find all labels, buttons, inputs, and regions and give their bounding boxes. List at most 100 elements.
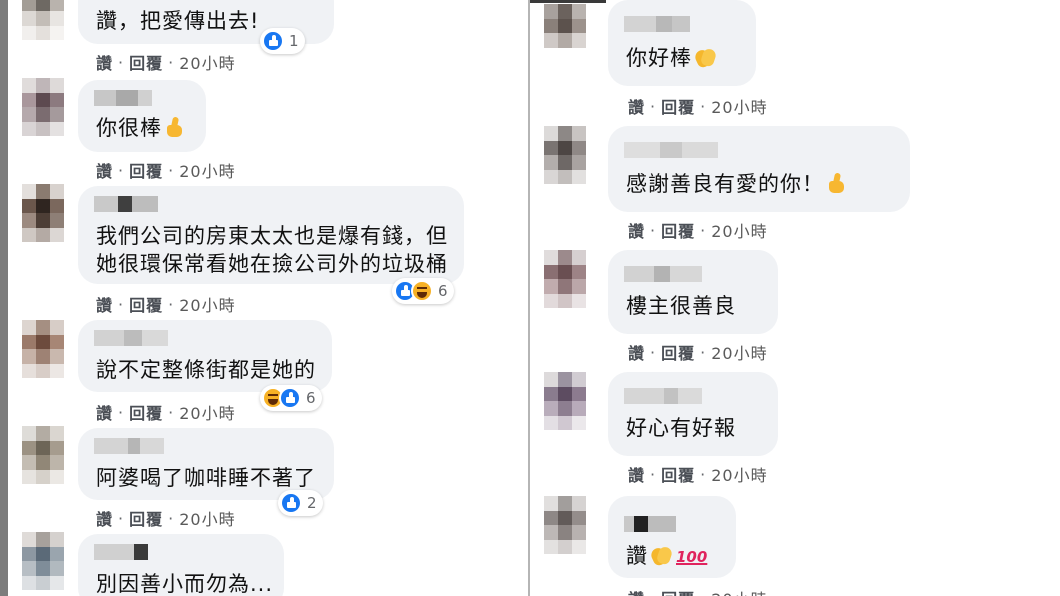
- comment-text-line: 我們公司的房東太太也是爆有錢，但: [96, 224, 448, 248]
- reaction-summary[interactable]: 1: [260, 28, 305, 54]
- comment-bubble: 讚 100: [608, 496, 736, 578]
- avatar[interactable]: [22, 532, 64, 590]
- like-link[interactable]: 讚: [96, 400, 113, 424]
- separator-dot: ·: [118, 294, 125, 314]
- separator-dot: ·: [700, 220, 707, 240]
- comment-actions: 讚 · 回覆 · 20小時: [96, 506, 236, 530]
- author-name-redacted[interactable]: [624, 388, 702, 404]
- timestamp[interactable]: 20小時: [711, 340, 767, 364]
- comment-actions: 讚 · 回覆 · 20小時: [628, 94, 768, 118]
- divider-cap: [530, 0, 606, 3]
- comment-screenshot: 讚，把愛傳出去! 1 讚 · 回覆 · 20小時 你很棒 讚 · 回覆 · 20…: [0, 0, 1060, 596]
- hundred-points-icon: 100: [676, 548, 708, 566]
- timestamp[interactable]: 20小時: [711, 586, 767, 596]
- author-name-redacted[interactable]: [624, 266, 702, 282]
- author-name-redacted[interactable]: [94, 438, 164, 454]
- author-name-redacted[interactable]: [624, 142, 718, 158]
- avatar[interactable]: [544, 250, 586, 310]
- reaction-summary[interactable]: 6: [260, 385, 322, 411]
- avatar[interactable]: [22, 0, 64, 40]
- comment-item: 感謝善良有愛的你！ 讚 · 回覆 · 20小時: [544, 126, 1044, 244]
- reply-link[interactable]: 回覆: [661, 94, 695, 118]
- like-link[interactable]: 讚: [628, 340, 645, 364]
- reply-link[interactable]: 回覆: [129, 506, 163, 530]
- comment-bubble: 說不定整條街都是她的: [78, 320, 332, 392]
- reply-link[interactable]: 回覆: [661, 340, 695, 364]
- comment-bubble: 我們公司的房東太太也是爆有錢，但 她很環保常看她在撿公司外的垃圾桶: [78, 186, 464, 284]
- comment-bubble: 你好棒: [608, 0, 756, 86]
- reply-link[interactable]: 回覆: [661, 218, 695, 242]
- timestamp[interactable]: 20小時: [179, 400, 235, 424]
- author-name-redacted[interactable]: [624, 516, 676, 532]
- like-link[interactable]: 讚: [96, 506, 113, 530]
- like-link[interactable]: 讚: [628, 462, 645, 486]
- separator-dot: ·: [650, 589, 656, 596]
- thumbs-up-icon: [826, 172, 846, 194]
- avatar[interactable]: [22, 320, 64, 378]
- comment-item: 你好棒 讚 · 回覆 · 20小時: [544, 0, 1044, 118]
- timestamp[interactable]: 20小時: [179, 506, 235, 530]
- avatar[interactable]: [22, 78, 64, 136]
- reply-link[interactable]: 回覆: [129, 158, 163, 182]
- like-link[interactable]: 讚: [96, 158, 113, 182]
- comment-actions: 讚 · 回覆 · 20小時: [96, 158, 236, 182]
- avatar[interactable]: [22, 426, 64, 484]
- reply-link[interactable]: 回覆: [661, 462, 695, 486]
- comment-bubble: 樓主很善良: [608, 250, 778, 334]
- like-link[interactable]: 讚: [628, 586, 645, 596]
- comment-item: 別因善小而勿為...: [22, 532, 502, 596]
- avatar[interactable]: [544, 372, 586, 432]
- comment-actions: 讚 · 回覆 · 20小時: [96, 400, 236, 424]
- timestamp[interactable]: 20小時: [179, 158, 235, 182]
- comment-text: 樓主很善良: [626, 294, 736, 318]
- reply-link[interactable]: 回覆: [661, 586, 695, 596]
- comment-bubble: 你很棒: [78, 80, 206, 152]
- like-link[interactable]: 讚: [96, 50, 113, 74]
- avatar[interactable]: [544, 496, 586, 556]
- comment-actions: 讚 · 回覆 · 20小時: [628, 218, 768, 242]
- author-name-redacted[interactable]: [94, 544, 148, 560]
- reaction-summary[interactable]: 2: [278, 490, 323, 516]
- like-link[interactable]: 讚: [96, 292, 113, 316]
- timestamp[interactable]: 20小時: [711, 462, 767, 486]
- separator-dot: ·: [168, 508, 175, 528]
- reaction-summary[interactable]: 6: [392, 278, 454, 304]
- separator-dot: ·: [168, 294, 175, 314]
- author-name-redacted[interactable]: [94, 196, 158, 212]
- separator-dot: ·: [168, 52, 175, 72]
- comment-bubble: 好心有好報: [608, 372, 778, 456]
- reply-link[interactable]: 回覆: [129, 400, 163, 424]
- reaction-count: 1: [289, 32, 299, 50]
- timestamp[interactable]: 20小時: [711, 218, 767, 242]
- reply-link[interactable]: 回覆: [129, 292, 163, 316]
- like-link[interactable]: 讚: [628, 218, 645, 242]
- comment-text: 感謝善良有愛的你！: [626, 170, 846, 199]
- timestamp[interactable]: 20小時: [179, 50, 235, 74]
- author-name-redacted[interactable]: [624, 16, 690, 32]
- clap-icon: [693, 46, 718, 70]
- reaction-count: 6: [438, 282, 448, 300]
- like-reaction-icon: [262, 30, 284, 52]
- comment-item: 讚100 讚 · 回覆 · 20小時: [544, 496, 1044, 596]
- comment-actions: 讚 · 回覆 · 20小時: [96, 292, 236, 316]
- comment-item: 說不定整條街都是她的 6 讚 · 回覆 · 20小時: [22, 320, 502, 424]
- timestamp[interactable]: 20小時: [711, 94, 767, 118]
- timestamp[interactable]: 20小時: [179, 292, 235, 316]
- reply-link[interactable]: 回覆: [129, 50, 163, 74]
- reaction-count: 6: [306, 389, 316, 407]
- author-name-redacted[interactable]: [94, 90, 152, 106]
- avatar[interactable]: [22, 184, 64, 242]
- like-link[interactable]: 讚: [628, 94, 645, 118]
- separator-dot: ·: [650, 342, 657, 362]
- comment-text: 說不定整條街都是她的: [96, 358, 316, 382]
- avatar[interactable]: [544, 4, 586, 48]
- comment-item: 你很棒 讚 · 回覆 · 20小時: [22, 78, 502, 181]
- separator-dot: ·: [168, 160, 175, 180]
- separator-dot: ·: [650, 96, 657, 116]
- comment-item: 樓主很善良 讚 · 回覆 · 20小時: [544, 250, 1044, 368]
- avatar[interactable]: [544, 126, 586, 186]
- comment-item: 讚，把愛傳出去! 1 讚 · 回覆 · 20小時: [22, 0, 502, 74]
- separator-dot: ·: [118, 508, 125, 528]
- author-name-redacted[interactable]: [94, 330, 168, 346]
- comment-text: 別因善小而勿為...: [96, 572, 274, 596]
